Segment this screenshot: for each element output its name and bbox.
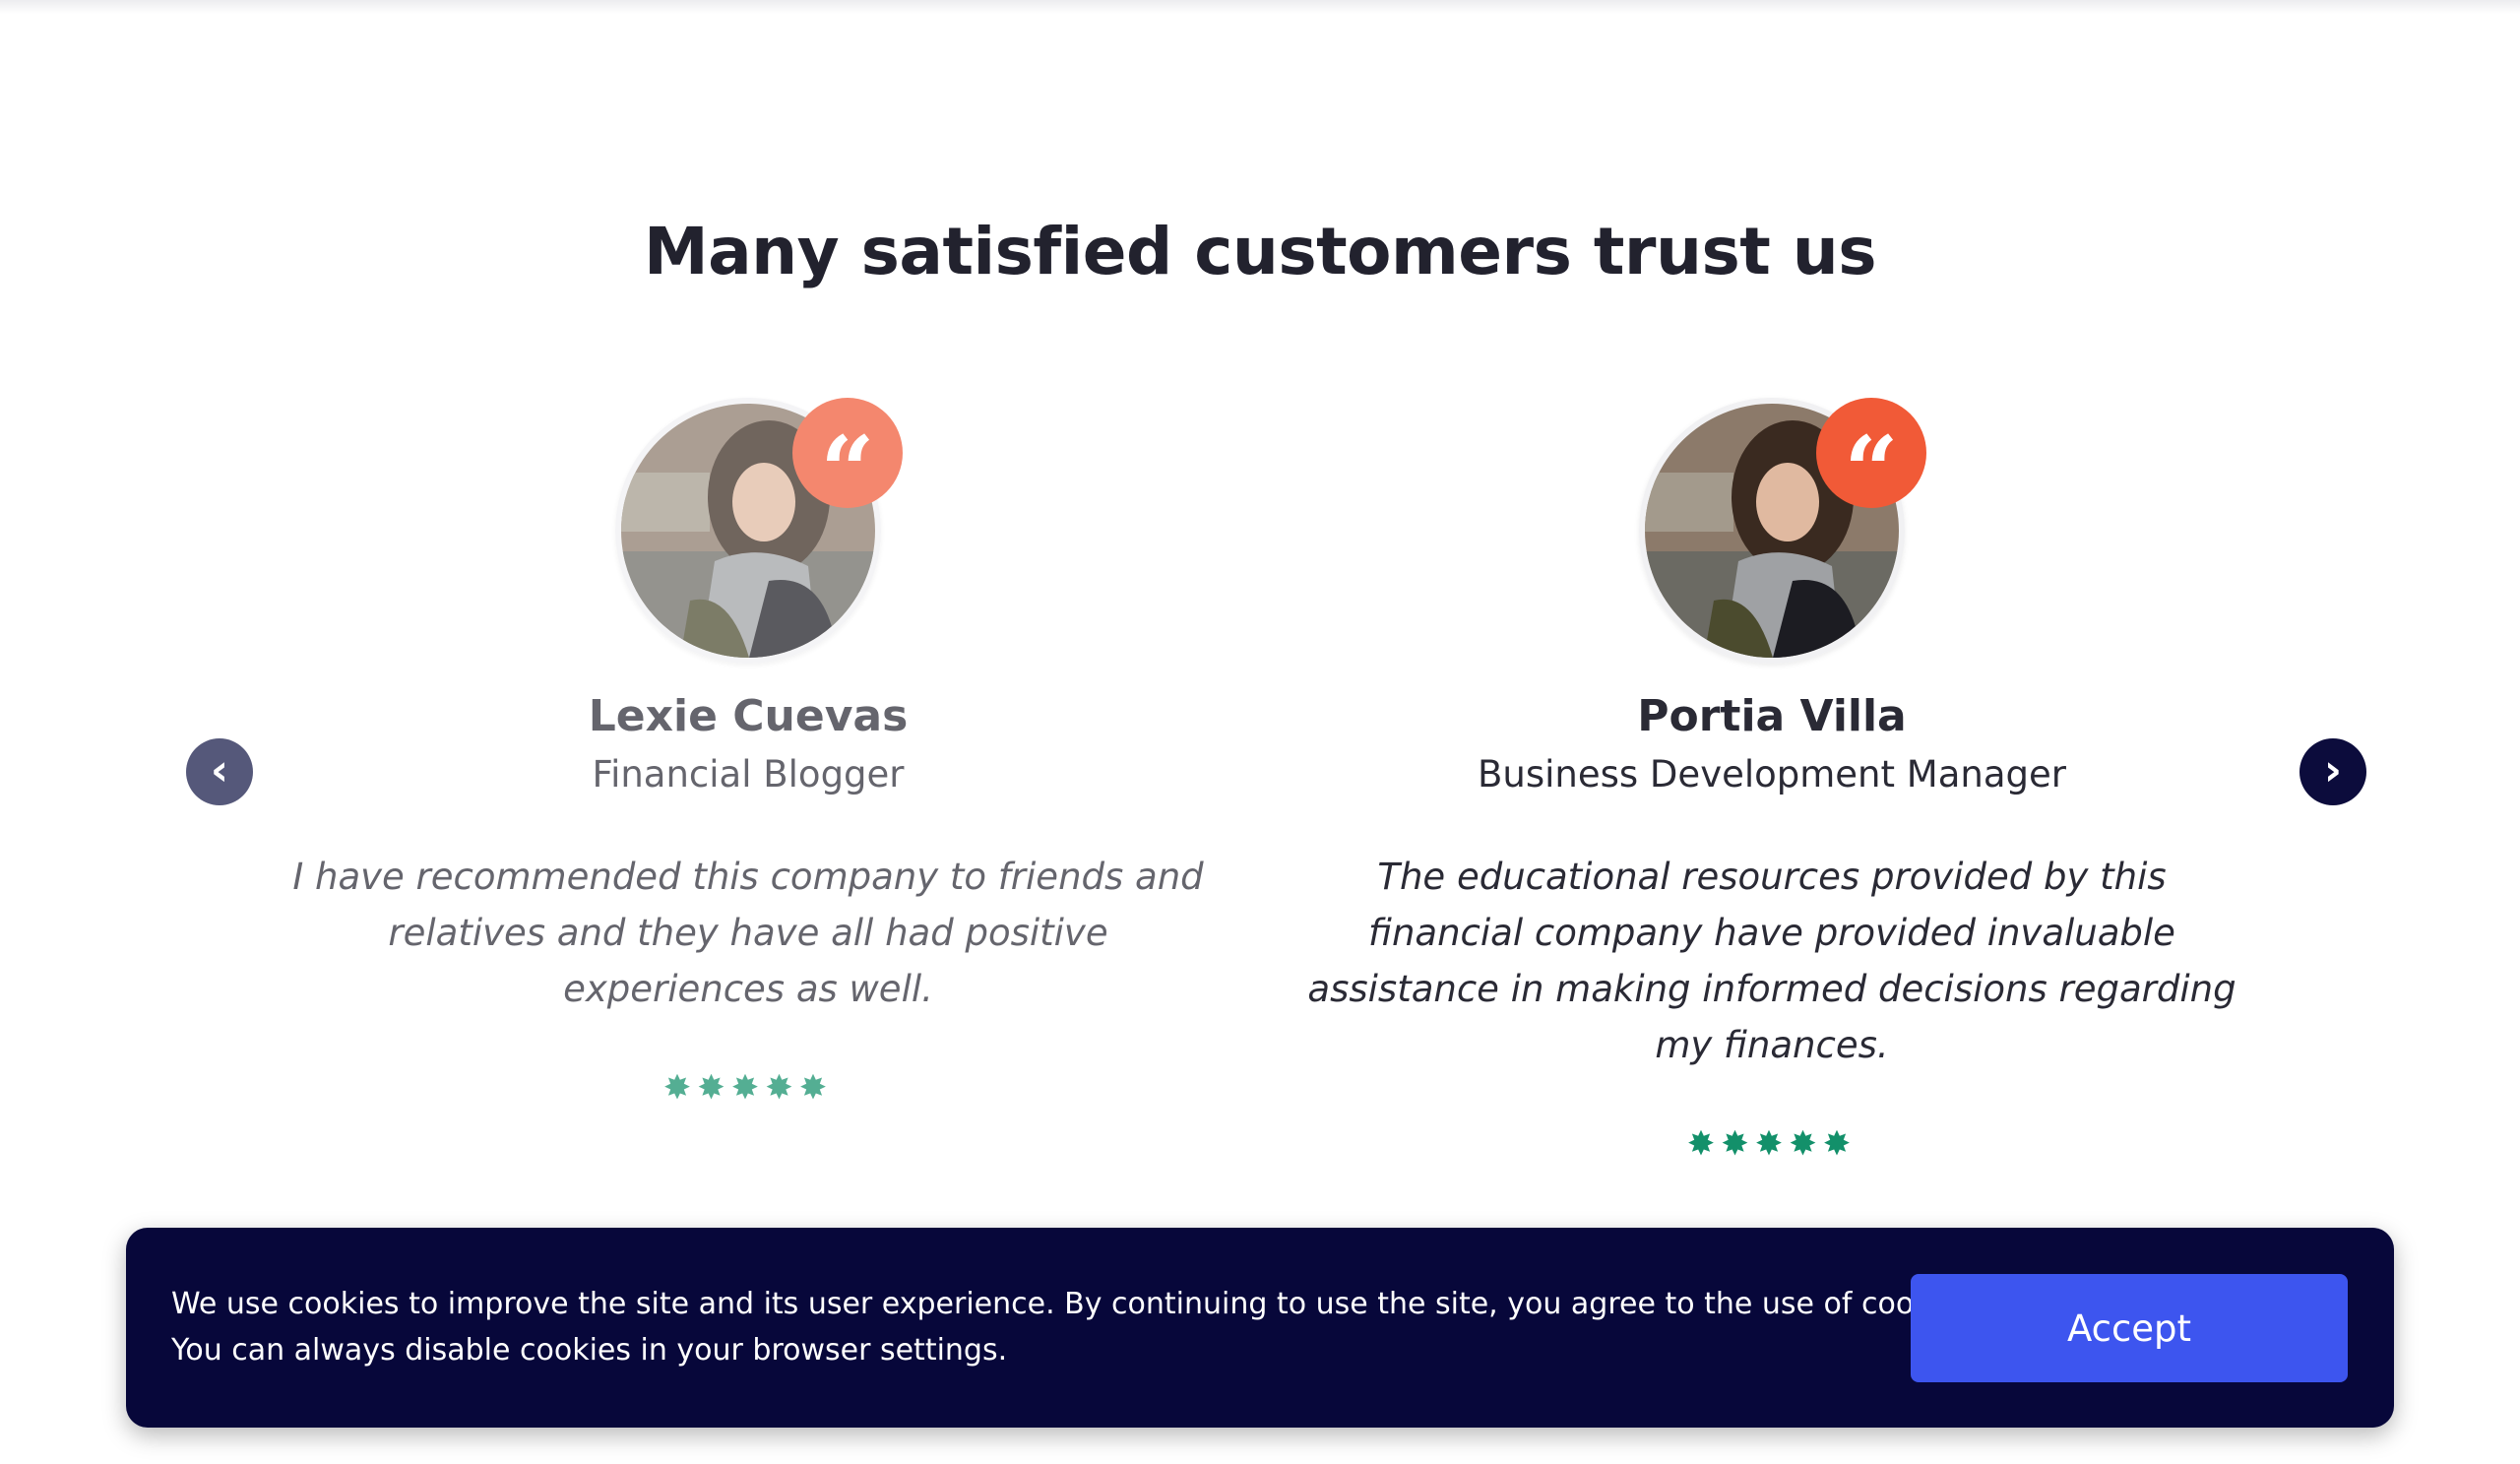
star-rating: ✸✸✸✸✸: [1686, 1124, 1858, 1164]
accept-cookies-button[interactable]: Accept: [1911, 1274, 2348, 1382]
star-rating: ✸✸✸✸✸: [662, 1068, 834, 1108]
carousel-prev-button[interactable]: ‹: [186, 738, 253, 805]
avatar-wrap: “: [615, 398, 903, 664]
cookie-message: We use cookies to improve the site and i…: [171, 1287, 1983, 1368]
testimonial-card: “ Lexie Cuevas Financial Blogger I have …: [266, 398, 1230, 1108]
quote-icon: “: [1816, 398, 1926, 527]
chevron-left-icon: ‹: [210, 745, 229, 796]
avatar-wrap: “: [1639, 398, 1926, 664]
person-role: Business Development Manager: [1478, 753, 2066, 796]
quote-icon: “: [792, 398, 903, 527]
testimonial-quote: The educational resources provided by th…: [1307, 856, 2236, 1066]
cookie-banner: We use cookies to improve the site and i…: [126, 1228, 2394, 1428]
chevron-right-icon: ›: [2323, 745, 2343, 796]
person-name: Portia Villa: [1637, 691, 1907, 741]
testimonial-quote: I have recommended this company to frien…: [292, 856, 1204, 1010]
carousel-next-button[interactable]: ›: [2300, 738, 2366, 805]
testimonial-card: “ Portia Villa Business Development Mana…: [1290, 398, 2254, 1164]
person-name: Lexie Cuevas: [588, 691, 909, 741]
person-role: Financial Blogger: [592, 753, 905, 796]
